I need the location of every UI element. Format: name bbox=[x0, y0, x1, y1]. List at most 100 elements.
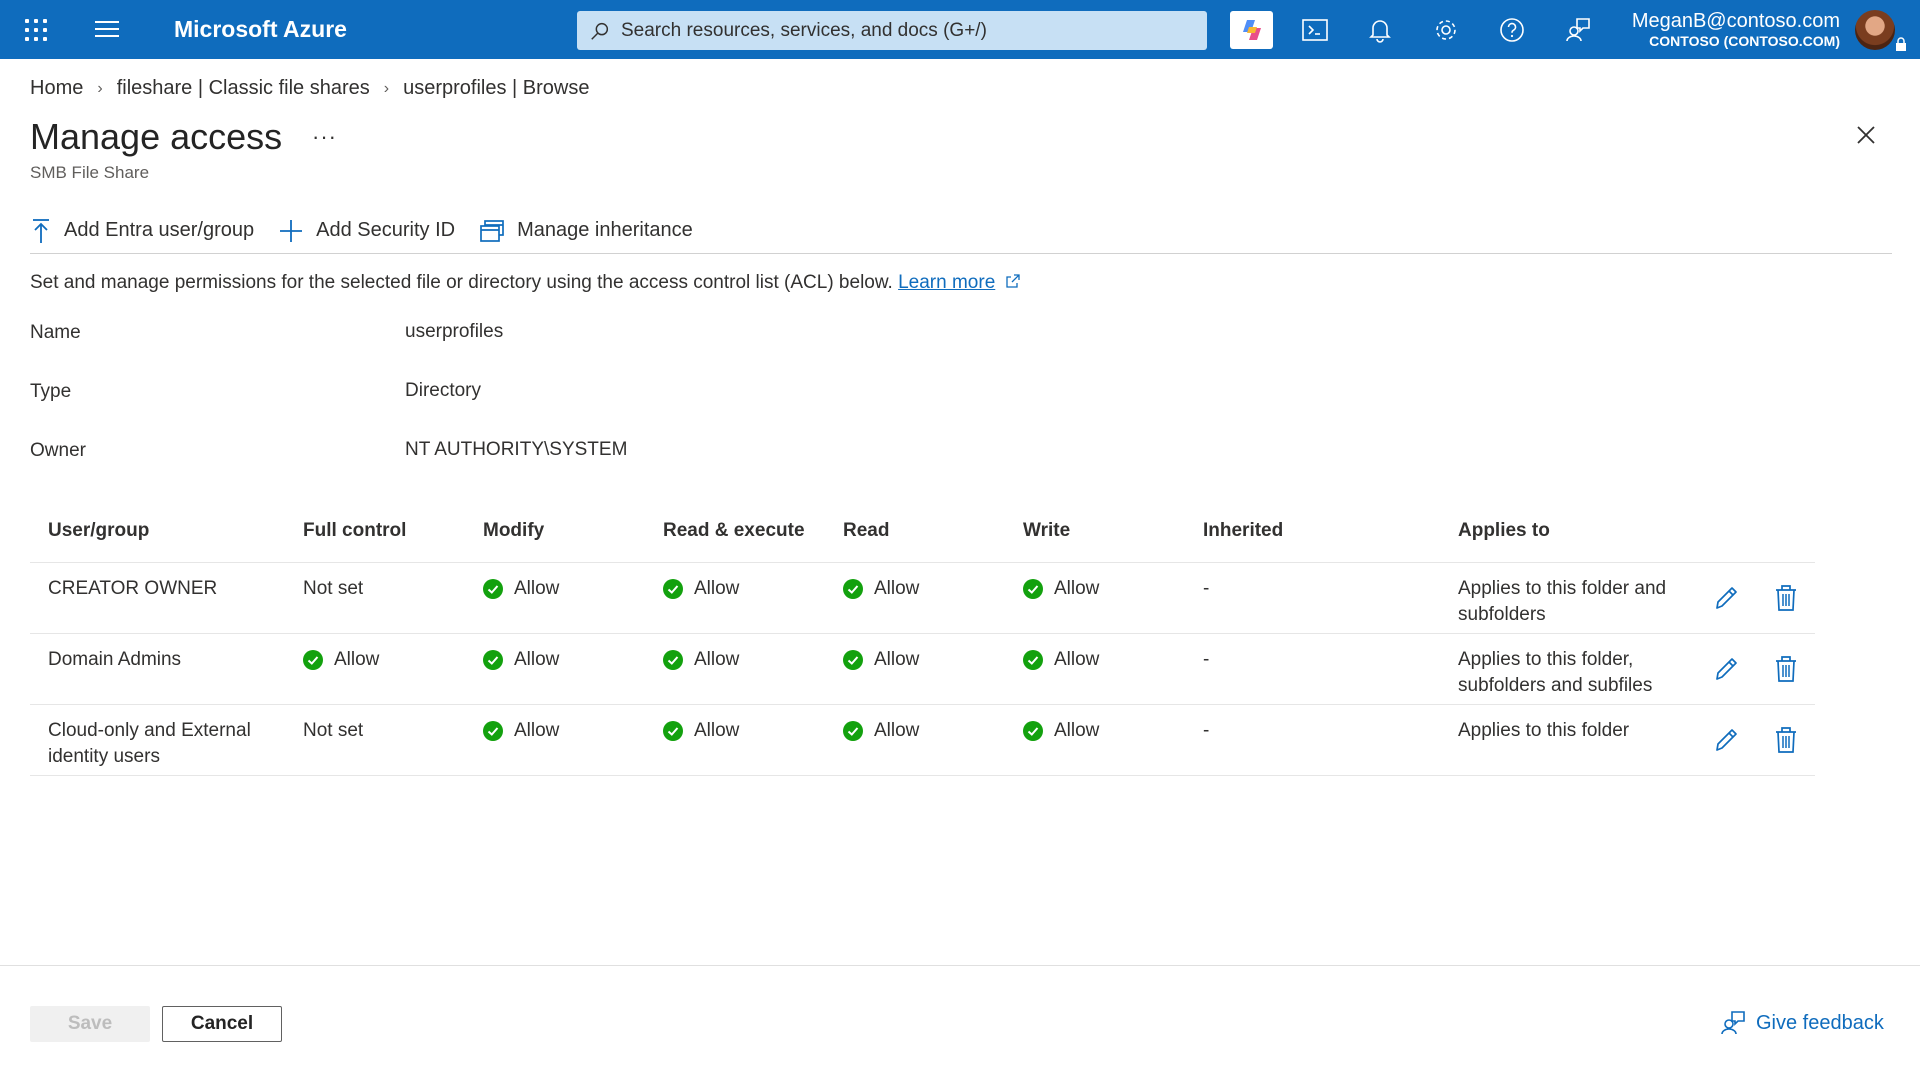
check-circle-icon bbox=[1023, 721, 1043, 741]
full-control-cell: Not set bbox=[303, 576, 363, 602]
inherited-value: - bbox=[1203, 578, 1210, 599]
applies-to-value: Applies to this folder and bbox=[1458, 578, 1667, 599]
full-control-value: Not set bbox=[303, 578, 364, 599]
user-group-name: Domain Admins bbox=[48, 649, 182, 670]
column-header-full-control: Full control bbox=[303, 520, 407, 541]
read-execute-cell: Allow bbox=[663, 576, 739, 602]
account-info[interactable]: MeganB@contoso.com CONTOSO (CONTOSO.COM) bbox=[1610, 9, 1840, 49]
applies-to-value: subfolders and subfiles bbox=[1458, 675, 1653, 696]
feedback-icon bbox=[1721, 1011, 1745, 1035]
read-value: Allow bbox=[874, 649, 920, 670]
chevron-right-icon: › bbox=[97, 79, 103, 97]
upload-arrow-icon bbox=[33, 218, 49, 243]
user-group-cell: Domain Admins bbox=[48, 647, 181, 673]
user-group-name: identity users bbox=[48, 746, 160, 767]
learn-more-link[interactable]: Learn more bbox=[898, 272, 995, 293]
delete-trash-icon[interactable] bbox=[1775, 655, 1797, 683]
manage-inheritance-label: Manage inheritance bbox=[517, 219, 693, 241]
search-input[interactable] bbox=[621, 19, 1181, 42]
edit-pencil-icon[interactable] bbox=[1713, 655, 1739, 683]
check-circle-icon bbox=[483, 579, 503, 599]
acl-description: Set and manage permissions for the selec… bbox=[30, 272, 1021, 294]
write-cell: Allow bbox=[1023, 647, 1099, 673]
read-execute-value: Allow bbox=[694, 720, 740, 741]
delete-trash-icon[interactable] bbox=[1775, 584, 1797, 612]
breadcrumb-fileshare[interactable]: fileshare | Classic file shares bbox=[117, 77, 370, 100]
modify-value: Allow bbox=[514, 720, 560, 741]
edit-pencil-icon[interactable] bbox=[1713, 584, 1739, 612]
modify-value: Allow bbox=[514, 649, 560, 670]
full-control-value: Allow bbox=[334, 649, 380, 670]
search-box[interactable] bbox=[577, 11, 1207, 50]
inherited-value: - bbox=[1203, 649, 1210, 670]
check-circle-icon bbox=[663, 650, 683, 670]
acl-description-text: Set and manage permissions for the selec… bbox=[30, 272, 893, 293]
read-cell: Allow bbox=[843, 647, 919, 673]
type-label: Type bbox=[30, 381, 72, 402]
check-circle-icon bbox=[483, 650, 503, 670]
cloud-shell-icon[interactable] bbox=[1300, 15, 1330, 45]
brand-title[interactable]: Microsoft Azure bbox=[174, 16, 347, 43]
name-value: userprofiles bbox=[405, 321, 504, 342]
applies-to-value: Applies to this folder bbox=[1458, 720, 1630, 741]
bell-icon[interactable] bbox=[1365, 15, 1395, 45]
write-cell: Allow bbox=[1023, 718, 1099, 744]
hamburger-icon[interactable] bbox=[95, 21, 119, 39]
chevron-right-icon: › bbox=[383, 79, 390, 97]
page-title: Manage access bbox=[30, 116, 283, 157]
full-control-cell: Allow bbox=[303, 647, 379, 673]
applies-to-cell: Applies to this folder and subfolders bbox=[1458, 576, 1666, 628]
read-cell: Allow bbox=[843, 576, 919, 602]
read-value: Allow bbox=[874, 578, 920, 599]
read-execute-value: Allow bbox=[694, 578, 740, 599]
modify-cell: Allow bbox=[483, 647, 559, 673]
column-header-modify: Modify bbox=[483, 520, 545, 541]
column-header-applies-to: Applies to bbox=[1458, 520, 1550, 541]
command-bar: Add Entra user/group Add Security ID Man… bbox=[30, 208, 1892, 254]
footer: Save Cancel Give feedback bbox=[0, 965, 1920, 1080]
type-value: Directory bbox=[405, 380, 482, 401]
feedback-icon[interactable] bbox=[1563, 15, 1593, 45]
check-circle-icon bbox=[843, 650, 863, 670]
user-group-cell: CREATOR OWNER bbox=[48, 576, 217, 602]
cancel-button[interactable]: Cancel bbox=[162, 1006, 282, 1042]
waffle-icon[interactable] bbox=[23, 17, 47, 41]
give-feedback-button[interactable]: Give feedback bbox=[1720, 1010, 1884, 1036]
write-value: Allow bbox=[1054, 578, 1100, 599]
gear-icon[interactable] bbox=[1431, 15, 1461, 45]
inherited-value: - bbox=[1203, 720, 1210, 741]
acl-table: User/group Full control Modify Read & ex… bbox=[30, 503, 1815, 776]
windows-stack-icon bbox=[480, 219, 504, 242]
avatar[interactable] bbox=[1855, 10, 1895, 50]
close-icon[interactable] bbox=[1855, 124, 1877, 146]
full-control-cell: Not set bbox=[303, 718, 363, 744]
column-header-read-execute: Read & execute bbox=[663, 520, 805, 541]
add-security-id-button[interactable]: Add Security ID bbox=[278, 218, 455, 244]
breadcrumb-home[interactable]: Home bbox=[30, 77, 83, 100]
check-circle-icon bbox=[483, 721, 503, 741]
save-button[interactable]: Save bbox=[30, 1006, 150, 1042]
table-row: CREATOR OWNER Not set Allow Allow Allow Allow… bbox=[30, 563, 1815, 634]
write-value: Allow bbox=[1054, 720, 1100, 741]
column-header-write: Write bbox=[1023, 520, 1071, 541]
add-entra-user-button[interactable]: Add Entra user/group bbox=[30, 218, 254, 244]
check-circle-icon bbox=[1023, 650, 1043, 670]
top-bar: Microsoft Azure MeganB@contoso.com CONTO… bbox=[0, 0, 1920, 59]
check-circle-icon bbox=[843, 579, 863, 599]
check-circle-icon bbox=[663, 721, 683, 741]
more-options-icon[interactable]: ··· bbox=[312, 124, 337, 150]
full-control-value: Not set bbox=[303, 720, 364, 741]
lock-icon bbox=[1896, 37, 1906, 51]
manage-inheritance-button[interactable]: Manage inheritance bbox=[479, 219, 693, 243]
delete-trash-icon[interactable] bbox=[1775, 726, 1797, 754]
help-icon[interactable] bbox=[1497, 15, 1527, 45]
copilot-icon[interactable] bbox=[1230, 11, 1273, 49]
column-header-user: User/group bbox=[48, 520, 150, 541]
external-link-icon[interactable] bbox=[1005, 273, 1021, 289]
modify-cell: Allow bbox=[483, 718, 559, 744]
read-execute-cell: Allow bbox=[663, 647, 739, 673]
breadcrumb-userprofiles[interactable]: userprofiles | Browse bbox=[403, 77, 589, 100]
edit-pencil-icon[interactable] bbox=[1713, 726, 1739, 754]
applies-to-value: Applies to this folder, bbox=[1458, 649, 1634, 670]
check-circle-icon bbox=[843, 721, 863, 741]
